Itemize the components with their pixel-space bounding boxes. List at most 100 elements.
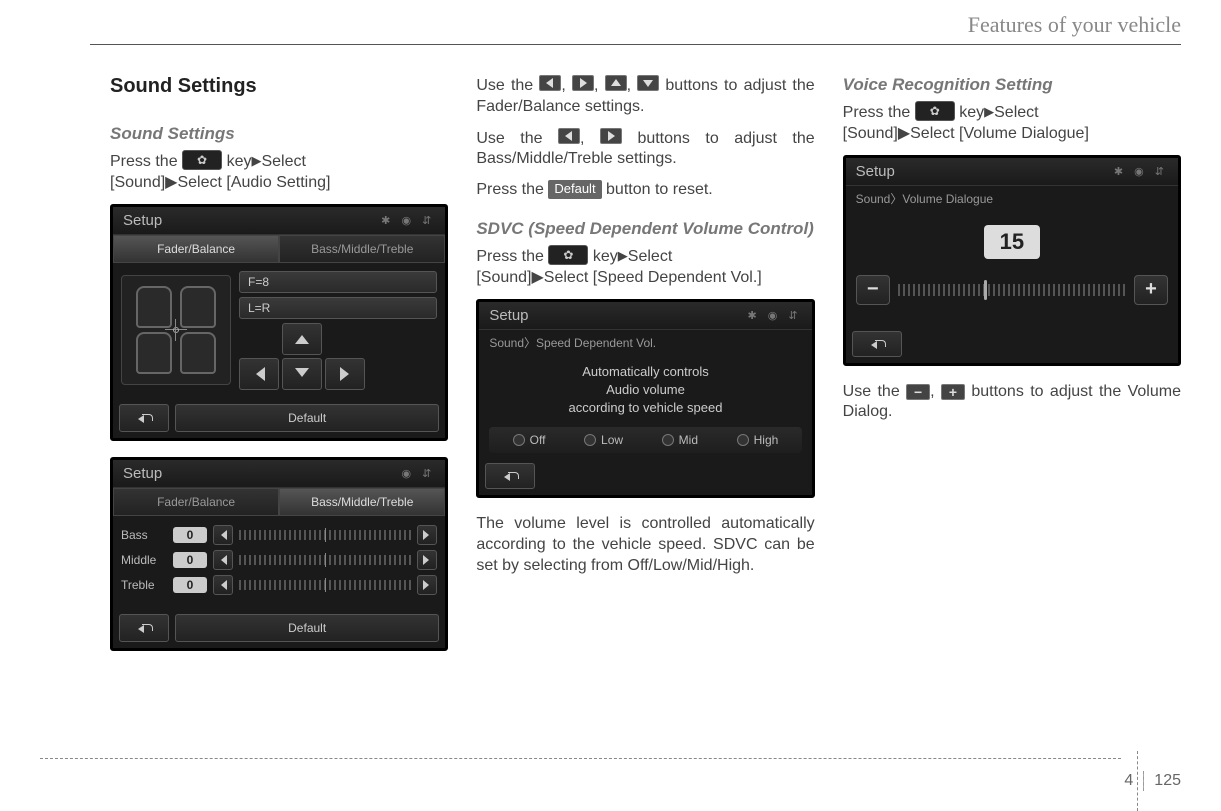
eq-label: Middle	[121, 553, 167, 567]
screen-titlebar: Setup ◉ ⇵	[113, 460, 445, 488]
eq-row-treble: Treble 0	[121, 575, 437, 595]
back-icon	[134, 412, 154, 424]
text: Press the	[110, 153, 178, 170]
status-icons: ✱ ◉ ⇵	[748, 309, 802, 322]
arrow-up-button[interactable]	[282, 323, 322, 355]
page-number: 125	[1154, 772, 1181, 790]
eq-row-bass: Bass 0	[121, 525, 437, 545]
text: Automatically controls	[582, 364, 708, 379]
gear-key-icon: ✿	[915, 101, 955, 121]
seat-front-right	[180, 286, 216, 328]
eq-row-middle: Middle 0	[121, 550, 437, 570]
eq-increase-button[interactable]	[417, 575, 437, 595]
subsection-sound-settings: Sound Settings	[110, 124, 448, 144]
text: button to reset.	[606, 181, 713, 198]
sdvc-option-low[interactable]: Low	[584, 433, 623, 447]
screen-tabs: Fader/Balance Bass/Middle/Treble	[113, 235, 445, 263]
sdvc-description: Automatically controls Audio volume acco…	[489, 363, 801, 418]
screenshot-eq: Setup ◉ ⇵ Fader/Balance Bass/Middle/Treb…	[110, 457, 448, 651]
eq-value: 0	[173, 527, 207, 543]
screen-footer	[479, 457, 811, 495]
volume-body: 15 − +	[846, 211, 1178, 325]
eq-value: 0	[173, 552, 207, 568]
right-arrow-icon	[600, 128, 622, 144]
sdvc-option-high[interactable]: High	[737, 433, 779, 447]
content-columns: Sound Settings Sound Settings Press the …	[0, 45, 1221, 667]
plus-icon: +	[941, 384, 965, 400]
eq-increase-button[interactable]	[417, 525, 437, 545]
fader-controls: F=8 L=R	[239, 271, 437, 390]
back-icon	[134, 622, 154, 634]
arrow-down-button[interactable]	[282, 358, 322, 390]
seat-diagram[interactable]	[121, 275, 231, 385]
arrow-left-button[interactable]	[239, 358, 279, 390]
volume-plus-button[interactable]: +	[1134, 275, 1168, 305]
column-3: Voice Recognition Setting Press the ✿ ke…	[843, 75, 1181, 667]
arrow-pad	[239, 323, 437, 390]
volume-value: 15	[984, 225, 1040, 259]
arrow-icon: ▶	[984, 104, 994, 119]
option-label: High	[754, 433, 779, 447]
eq-decrease-button[interactable]	[213, 525, 233, 545]
eq-meter	[239, 555, 411, 565]
screen-title: Setup	[123, 212, 162, 229]
screen-title: Setup	[856, 163, 895, 180]
text: [Sound]▶Select [Volume Dialogue]	[843, 125, 1089, 142]
back-icon	[500, 470, 520, 482]
eq-increase-button[interactable]	[417, 550, 437, 570]
volume-track[interactable]	[898, 284, 1126, 296]
sdvc-option-off[interactable]: Off	[513, 433, 546, 447]
back-button[interactable]	[852, 331, 902, 357]
eq-value: 0	[173, 577, 207, 593]
instruction-press-key-2: Press the ✿ key▶Select [Sound]▶Select [S…	[476, 245, 814, 289]
page-footer: 4 125	[1124, 771, 1181, 791]
eq-decrease-button[interactable]	[213, 575, 233, 595]
text: Audio volume	[606, 382, 685, 397]
sdvc-options: Off Low Mid High	[489, 427, 801, 453]
tab-bass-middle-treble[interactable]: Bass/Middle/Treble	[279, 235, 445, 263]
default-label-icon: Default	[548, 180, 601, 199]
radio-icon	[737, 434, 749, 446]
tab-bass-middle-treble[interactable]: Bass/Middle/Treble	[279, 488, 445, 516]
default-button[interactable]: Default	[175, 614, 439, 642]
eq-meter	[239, 580, 411, 590]
sdvc-option-mid[interactable]: Mid	[662, 433, 698, 447]
eq-label: Treble	[121, 578, 167, 592]
default-button[interactable]: Default	[175, 404, 439, 432]
instruction-press-key-3: Press the ✿ key▶Select [Sound]▶Select [V…	[843, 101, 1181, 145]
seat-rear-left	[136, 332, 172, 374]
back-button[interactable]	[119, 404, 169, 432]
eq-decrease-button[interactable]	[213, 550, 233, 570]
text: according to vehicle speed	[569, 400, 723, 415]
radio-icon	[662, 434, 674, 446]
up-arrow-icon	[605, 75, 627, 91]
screen-footer: Default	[113, 608, 445, 648]
fader-body: F=8 L=R	[113, 263, 445, 398]
tab-fader-balance[interactable]: Fader/Balance	[113, 235, 279, 263]
screen-titlebar: Setup ✱ ◉ ⇵	[113, 207, 445, 235]
back-button[interactable]	[119, 614, 169, 642]
screenshot-fader-balance: Setup ✱ ◉ ⇵ Fader/Balance Bass/Middle/Tr…	[110, 204, 448, 441]
section-number: 4	[1124, 772, 1133, 790]
breadcrumb: Sound〉Speed Dependent Vol.	[479, 330, 811, 355]
instruction-eq-buttons: Use the , buttons to adjust the Bass/Mid…	[476, 128, 814, 171]
volume-slider: − +	[856, 275, 1168, 305]
gear-key-icon: ✿	[182, 150, 222, 170]
screen-title: Setup	[489, 307, 528, 324]
eq-meter	[239, 530, 411, 540]
seat-front-left	[136, 286, 172, 328]
text: [Sound]▶Select [Audio Setting]	[110, 174, 330, 191]
footer-separator	[1143, 771, 1144, 791]
arrow-right-button[interactable]	[325, 358, 365, 390]
text: key	[593, 248, 618, 265]
text: Use the	[476, 77, 539, 94]
column-2: Use the , , , buttons to adjust the Fade…	[476, 75, 814, 667]
screen-tabs: Fader/Balance Bass/Middle/Treble	[113, 488, 445, 516]
screen-footer	[846, 325, 1178, 363]
text: Use the	[476, 130, 558, 147]
status-icons: ◉ ⇵	[401, 467, 435, 480]
volume-minus-button[interactable]: −	[856, 275, 890, 305]
balance-crosshair	[171, 325, 181, 335]
tab-fader-balance[interactable]: Fader/Balance	[113, 488, 279, 516]
back-button[interactable]	[485, 463, 535, 489]
